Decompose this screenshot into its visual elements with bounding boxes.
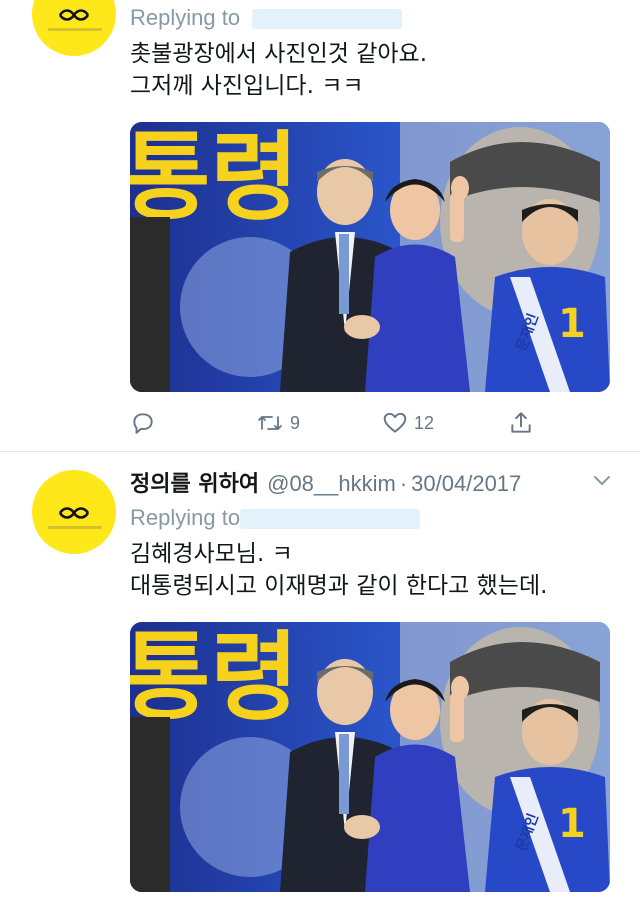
tweet-date[interactable]: 30/04/2017 bbox=[411, 471, 521, 497]
display-name[interactable]: 정의를 위하여 bbox=[130, 466, 259, 498]
separator: · bbox=[399, 471, 408, 496]
tweet-text-line: 대통령되시고 이재명과 같이 한다고 했는데. bbox=[130, 573, 548, 599]
redacted-handle[interactable] bbox=[240, 509, 421, 530]
share-icon bbox=[511, 412, 531, 433]
tweet-text-line: 김혜경사모님. ㅋ bbox=[130, 541, 293, 567]
badge-number: 1 bbox=[558, 801, 586, 847]
ribbon-icon bbox=[58, 507, 90, 519]
avatar[interactable] bbox=[32, 470, 116, 554]
banner-text: 통령 bbox=[130, 122, 299, 233]
tweet[interactable]: 정의를 위하여 @08__hkkim · 30/04/2017 Replying… bbox=[0, 452, 640, 902]
retweet-button[interactable]: 9 bbox=[256, 410, 300, 436]
reply-icon bbox=[133, 413, 153, 434]
campaign-photo: 통령 1 문재인 bbox=[130, 622, 610, 892]
tweet-text-line: 그저께 사진입니다. ㅋㅋ bbox=[130, 73, 364, 99]
avatar-caption bbox=[48, 28, 102, 31]
campaign-photo: 통령 1 문재인 bbox=[130, 122, 610, 392]
tweet-text-line: 촛불광장에서 사진인것 같아요. bbox=[130, 41, 428, 67]
replying-to: Replying to bbox=[130, 504, 616, 532]
heart-icon bbox=[383, 412, 407, 433]
banner-text: 통령 bbox=[130, 622, 299, 733]
badge-number: 1 bbox=[558, 301, 586, 347]
avatar[interactable] bbox=[32, 0, 116, 56]
retweet-icon bbox=[258, 416, 282, 430]
reply-button[interactable] bbox=[130, 410, 156, 436]
tweet-photo[interactable]: 통령 1 문재인 bbox=[130, 622, 610, 892]
share-button[interactable] bbox=[508, 410, 534, 436]
redacted-handle[interactable] bbox=[252, 9, 403, 30]
user-handle[interactable]: @08__hkkim bbox=[267, 471, 396, 497]
replying-to-label: Replying to bbox=[130, 5, 241, 30]
retweet-count: 9 bbox=[290, 412, 301, 433]
tweet-photo[interactable]: 통령 1 문재인 bbox=[130, 122, 610, 392]
tweet[interactable]: Replying to 촛불광장에서 사진인것 같아요. 그저께 사진입니다. … bbox=[0, 0, 640, 452]
replying-to: Replying to bbox=[130, 4, 616, 32]
ribbon-icon bbox=[58, 9, 90, 21]
like-button[interactable]: 12 bbox=[382, 410, 434, 436]
tweet-header: 정의를 위하여 @08__hkkim · 30/04/2017 bbox=[130, 466, 616, 500]
tweet-text: 김혜경사모님. ㅋ 대통령되시고 이재명과 같이 한다고 했는데. bbox=[130, 538, 616, 602]
replying-to-label: Replying to bbox=[130, 505, 241, 530]
tweet-actions: 9 12 bbox=[130, 408, 531, 438]
tweet-text: 촛불광장에서 사진인것 같아요. 그저께 사진입니다. ㅋㅋ bbox=[130, 38, 616, 102]
avatar-caption bbox=[48, 526, 102, 529]
like-count: 12 bbox=[414, 412, 435, 433]
